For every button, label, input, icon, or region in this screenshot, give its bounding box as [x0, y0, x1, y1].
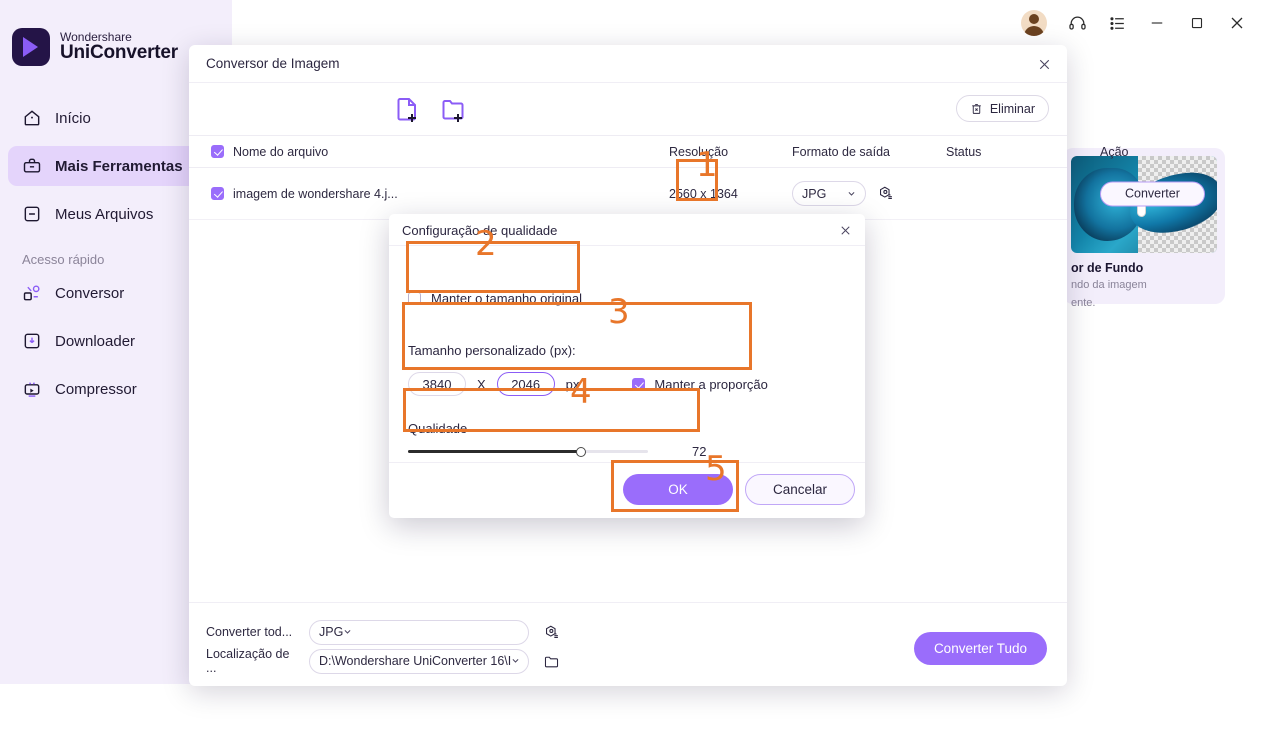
settings-image-icon — [545, 625, 558, 638]
tool-card-title: or de Fundo — [1071, 261, 1144, 275]
quality-slider[interactable] — [408, 446, 648, 457]
files-icon — [24, 206, 40, 222]
converter-icon — [23, 285, 40, 301]
quality-slider-fill — [408, 450, 581, 453]
brand-product: UniConverter — [60, 42, 178, 64]
list-menu-icon[interactable] — [1099, 6, 1135, 40]
folder-icon — [544, 656, 558, 667]
window-controls — [1021, 0, 1265, 46]
height-input[interactable] — [496, 372, 555, 396]
quality-slider-row: 72 — [408, 444, 706, 459]
dialog-title: Conversor de Imagem — [206, 56, 340, 71]
px-unit-label: px — [565, 376, 580, 392]
dialog-close-icon[interactable] — [1031, 51, 1057, 77]
sidebar-item-label: Conversor — [55, 284, 125, 302]
quality-settings-dialog: Configuração de qualidade Manter o taman… — [389, 214, 865, 518]
quality-slider-knob[interactable] — [575, 446, 586, 457]
quality-dialog-footer: OK Cancelar — [389, 462, 865, 518]
quality-dialog-title: Configuração de qualidade — [402, 223, 558, 238]
brand: Wondershare UniConverter — [12, 28, 178, 66]
sidebar-item-label: Downloader — [55, 332, 136, 350]
add-file-icon[interactable] — [394, 96, 422, 124]
column-header-name: Nome do arquivo — [233, 144, 329, 159]
settings-image-icon — [879, 186, 892, 199]
convert-all-settings-button[interactable] — [538, 619, 564, 645]
quality-dialog-body: Manter o tamanho original Tamanho person… — [389, 246, 865, 462]
avatar[interactable] — [1021, 10, 1047, 36]
table-header-row: Nome do arquivo Resolução Formato de saí… — [189, 136, 1129, 168]
toolbox-icon — [23, 158, 41, 173]
tool-card-desc-line2: ente. — [1071, 296, 1096, 309]
tool-card-desc-line1: ndo da imagem — [1071, 279, 1147, 291]
sidebar-item-label: Mais Ferramentas — [55, 157, 183, 175]
convert-all-format-label: Converter tod... — [206, 625, 293, 639]
quality-dialog-header: Configuração de qualidade — [389, 214, 865, 246]
custom-size-row: X px Manter a proporção — [408, 372, 768, 396]
keep-ratio-checkbox[interactable] — [632, 377, 646, 391]
row-format-value: JPG — [802, 186, 827, 201]
select-all-checkbox[interactable] — [211, 145, 224, 158]
sidebar-item-label: Início — [55, 109, 91, 127]
keep-original-size-label: Manter o tamanho original — [431, 291, 583, 306]
download-icon — [24, 333, 40, 349]
row-format-select[interactable]: JPG — [792, 181, 866, 206]
tool-card-background-remover[interactable]: or de Fundo ndo da imagem ente. — [1063, 148, 1225, 309]
table-row: imagem de wondershare 4.j... 2560 x 1364… — [189, 168, 1205, 220]
width-input[interactable] — [408, 372, 466, 396]
headset-icon[interactable] — [1059, 6, 1095, 40]
quality-value: 72 — [692, 444, 707, 459]
keep-ratio-label: Manter a proporção — [654, 376, 768, 392]
delete-button-label: Eliminar — [989, 101, 1035, 116]
output-location-label: Localização de ... — [206, 647, 290, 675]
row-checkbox[interactable] — [211, 187, 224, 200]
ok-button[interactable]: OK — [623, 474, 733, 505]
sidebar-item-label: Meus Arquivos — [55, 205, 154, 223]
chevron-down-icon — [511, 654, 520, 668]
output-location-select[interactable]: D:\Wondershare UniConverter 16\I — [309, 648, 529, 674]
convert-all-format-select[interactable]: JPG — [309, 619, 529, 645]
keep-ratio-row[interactable]: Manter a proporção — [632, 376, 768, 392]
minimize-icon[interactable] — [1139, 6, 1175, 40]
home-icon — [24, 110, 40, 126]
row-settings-button[interactable] — [872, 181, 898, 207]
cancel-button[interactable]: Cancelar — [745, 474, 855, 505]
chevron-down-icon — [343, 625, 352, 639]
app-logo-icon — [12, 28, 50, 66]
convert-all-format-value: JPG — [319, 625, 344, 639]
size-separator: X — [477, 376, 486, 392]
quality-dialog-close-icon[interactable] — [833, 218, 857, 242]
dialog-toolbar: Eliminar — [189, 83, 1067, 136]
convert-all-button[interactable]: Converter Tudo — [913, 632, 1047, 665]
add-folder-icon[interactable] — [440, 96, 468, 124]
column-header-action: Ação — [1100, 144, 1129, 159]
row-convert-button[interactable]: Converter — [1100, 181, 1205, 206]
close-icon[interactable] — [1219, 6, 1255, 40]
column-header-format: Formato de saída — [792, 144, 890, 159]
column-header-status: Status — [946, 144, 982, 159]
row-resolution: 2560 x 1364 — [669, 186, 738, 201]
maximize-icon[interactable] — [1179, 6, 1215, 40]
quality-label: Qualidade — [408, 421, 468, 436]
trash-icon — [972, 103, 981, 114]
sidebar-item-label: Compressor — [55, 380, 137, 398]
compress-icon — [24, 382, 40, 397]
dialog-footer: Converter tod... JPG Localização de ... … — [189, 602, 1067, 686]
chevron-down-icon — [847, 187, 856, 201]
output-location-value: D:\Wondershare UniConverter 16\I — [319, 654, 512, 668]
row-file-name: imagem de wondershare 4.j... — [233, 186, 398, 201]
browse-folder-button[interactable] — [538, 648, 564, 674]
column-header-resolution: Resolução — [669, 144, 729, 159]
dialog-header: Conversor de Imagem — [189, 45, 1067, 83]
keep-original-size-row[interactable]: Manter o tamanho original — [408, 291, 582, 306]
delete-button[interactable]: Eliminar — [955, 95, 1049, 122]
custom-size-label: Tamanho personalizado (px): — [408, 343, 576, 358]
keep-original-size-checkbox[interactable] — [408, 292, 421, 305]
